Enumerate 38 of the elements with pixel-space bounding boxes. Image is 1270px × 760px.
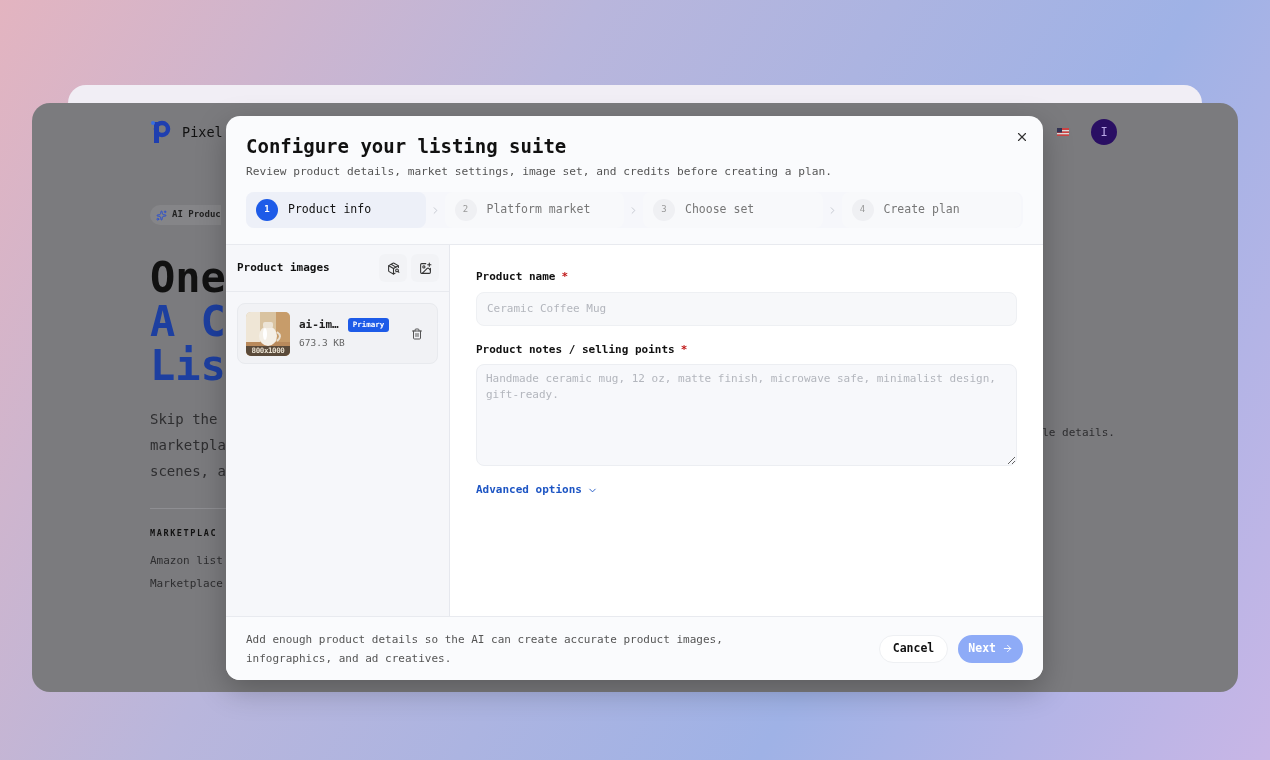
advanced-options-toggle[interactable]: Advanced options [476,482,598,499]
cancel-button[interactable]: Cancel [878,634,949,663]
flag-icon [1057,128,1069,136]
dialog-subtitle: Review product details, market settings, image set, and credits before creating a plan. [246,164,833,180]
section-line: Amazon list [150,553,223,570]
required-mark: * [561,269,569,285]
dialog-title: Configure your listing suite [246,134,568,158]
badge-text: AI Produc [172,208,221,222]
add-image-button[interactable] [411,254,439,282]
paragraph-line: scenes, a [150,461,226,481]
trash-icon [411,327,423,340]
headline-line: A C [150,299,226,344]
paragraph-tail: le details. [1042,424,1115,441]
field-label: Product name [476,269,556,285]
avatar[interactable]: I [1091,119,1117,145]
required-mark: * [680,341,688,358]
section-label: MARKETPLAC [150,526,218,540]
step-tab[interactable]: 1 Product info [246,192,426,228]
image-name: ai-im… [299,316,339,333]
image-size: 673.3 KB [299,336,346,351]
delete-button[interactable] [411,327,423,340]
paragraph-line: marketpla [150,435,226,455]
package-search-icon [386,261,400,275]
arrow-right-icon [1002,643,1013,654]
field-label: Product notes / selling points [476,341,675,358]
panel-title: Product images [237,259,330,276]
text-field[interactable]: Ceramic Coffee Mug [476,291,1017,326]
sparkle-icon [156,209,167,221]
headline-line: One [150,255,226,300]
headline-line: Lis [150,343,226,388]
add-image-icon [418,261,432,275]
logo-text: Pixel [182,122,223,142]
footer-note: Add enough product details so the AI can create accurate product images, infographics, and ad creatives. [246,631,724,667]
section-line: Marketplace [150,576,223,593]
paragraph-line: Skip the [150,409,218,429]
close-icon [1015,130,1029,144]
text-area[interactable]: Handmade ceramic mug, 12 oz, matte finish, microwave safe, minimalist design, gift-ready. [476,364,1017,466]
package-search-button[interactable] [379,254,407,282]
